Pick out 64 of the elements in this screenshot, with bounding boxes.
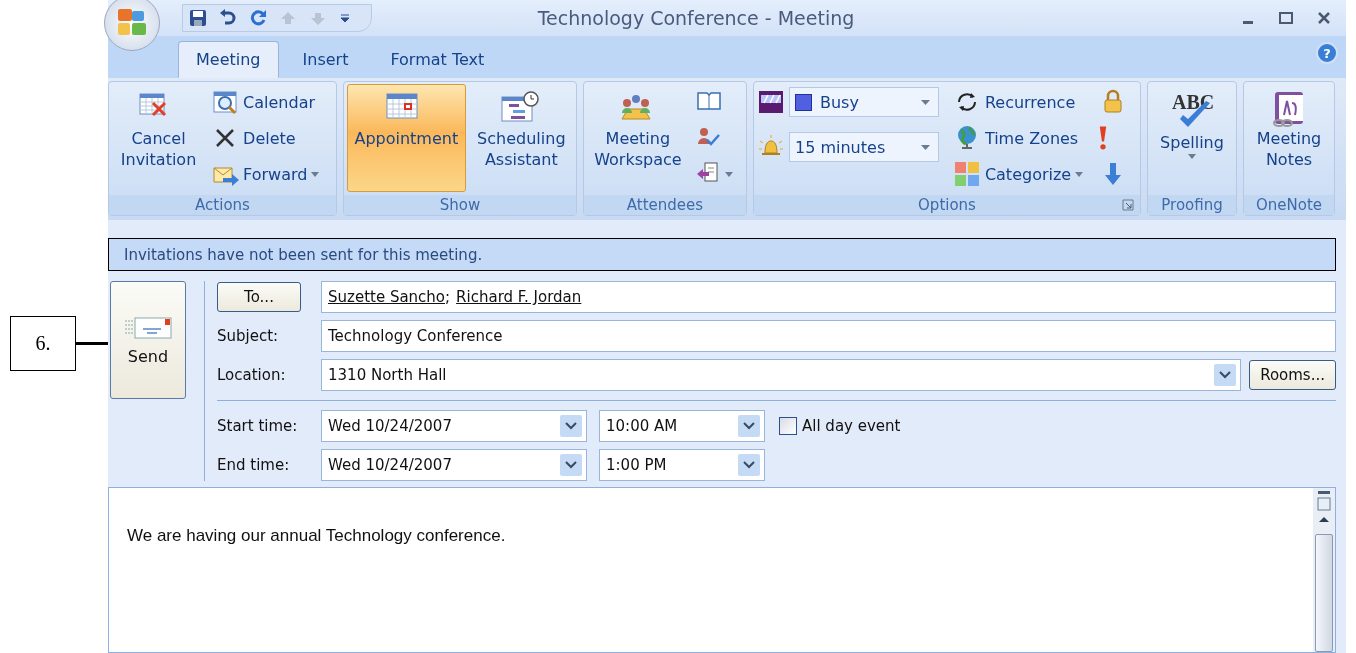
maximize-icon[interactable] [1278,10,1294,26]
category-grid-icon [952,160,981,188]
ribbon-large-button[interactable]: Cancel Invitation [112,84,206,192]
leader-line [76,342,108,345]
high-importance-icon [1099,126,1108,150]
group-label: Show [439,196,481,214]
send-button[interactable]: Send [110,281,186,399]
undo-icon[interactable] [219,9,237,27]
recipient-link[interactable]: Suzette Sancho [328,288,446,306]
busy-status-icon [757,88,785,116]
end-date-field[interactable]: Wed 10/24/2007 [321,449,587,481]
close-icon[interactable] [1316,10,1332,26]
ribbon-large-button[interactable]: Scheduling Assistant [469,84,573,192]
field-label: Start time: [217,417,298,435]
ribbon-tab[interactable]: Meeting [178,41,279,78]
ribbon-button[interactable]: Categorize [950,160,1094,188]
help-button[interactable]: ? [1316,42,1338,64]
caret-icon [921,99,930,105]
to-field[interactable]: Suzette Sancho; Richard F. Jordan [321,281,1336,313]
scrollbar[interactable] [1313,488,1335,652]
ribbon-button[interactable]: Time Zones [950,124,1094,152]
dropdown-field[interactable]: 15 minutes [789,132,939,162]
recipient-link[interactable]: Richard F. Jordan [456,288,582,306]
location-field[interactable]: 1310 North Hall [321,359,1242,391]
field-label: Location: [217,366,286,384]
window-title: Technology Conference - Meeting [536,7,856,29]
checkbox[interactable] [779,417,797,435]
office-button[interactable] [104,0,160,51]
group-label: Attendees [626,196,704,214]
subject-field[interactable]: Technology Conference [321,320,1336,352]
ribbon-large-button[interactable]: Appointment [347,84,466,192]
end-time-field[interactable]: 1:00 PM [599,449,765,481]
start-date-field[interactable]: Wed 10/24/2007 [321,410,587,442]
body-text: We are having our annual Technology conference. [127,526,506,545]
group-label: Proofing [1161,196,1223,214]
caret-icon [921,144,930,150]
ribbon-large-button[interactable]: ABC Spelling [1151,84,1233,192]
dialog-launcher-icon[interactable] [1122,199,1134,211]
group-label: Actions [195,196,250,214]
ribbon-large-button[interactable]: Meeting Workspace [587,84,689,192]
ribbon-button[interactable]: Delete [209,124,333,152]
redo-icon[interactable] [249,9,267,27]
ribbon-button[interactable]: Calendar [209,88,333,116]
ribbon-tab[interactable]: Format Text [372,41,503,78]
group-label: OneNote [1255,196,1323,214]
ribbon-large-button[interactable]: Meeting Notes [1247,84,1331,192]
info-bar: Invitations have not been sent for this meeting. [108,238,1336,271]
dropdown-field[interactable]: Busy [789,87,939,117]
envelope-icon [123,314,173,341]
customize-caret-icon[interactable] [339,12,351,24]
field-label: Subject: [217,327,279,345]
group-label: Options [918,196,976,214]
separator-text: ; [445,288,451,306]
field-label: End time: [217,456,290,474]
checkbox-label: All day event [802,417,901,435]
ribbon-button[interactable]: Forward [209,160,333,188]
rooms-button[interactable]: Rooms... [1249,360,1336,390]
ribbon-button[interactable]: Recurrence [950,88,1094,116]
calendar-search-icon [211,88,240,116]
callout-label: 6. [10,316,76,371]
start-time-field[interactable]: 10:00 AM [599,410,765,442]
save-icon[interactable] [189,9,207,27]
to-button[interactable]: To... [217,282,301,312]
ribbon-tab[interactable]: Insert [284,41,367,78]
